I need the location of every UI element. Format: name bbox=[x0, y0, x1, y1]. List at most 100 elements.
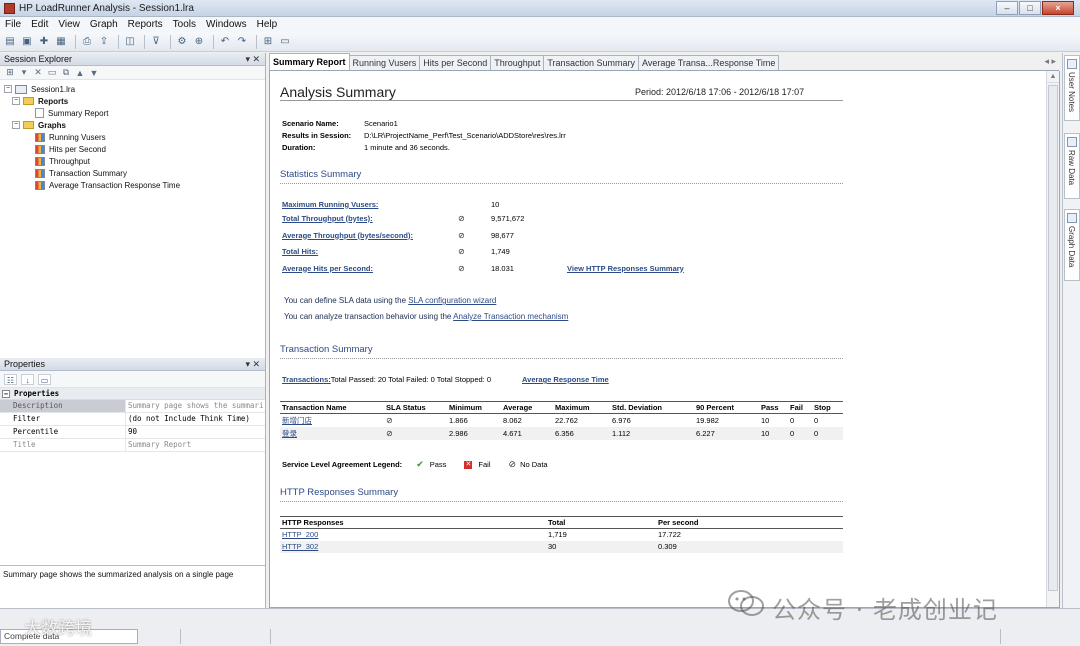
average-response-time-link[interactable]: Average Response Time bbox=[522, 375, 609, 384]
side-tab-graph-data[interactable]: Graph Data bbox=[1064, 209, 1080, 281]
tree-item-summary-report[interactable]: Summary Report bbox=[4, 107, 265, 119]
tree-item-graph[interactable]: Throughput bbox=[4, 155, 265, 167]
maximize-button[interactable]: □ bbox=[1019, 1, 1041, 15]
table-row: HTTP_200 1,719 17.722 bbox=[280, 529, 843, 541]
open-icon[interactable]: ▤ bbox=[3, 35, 17, 48]
sla-wizard-link[interactable]: SLA configuration wizard bbox=[408, 296, 496, 305]
tab-average-response-time[interactable]: Average Transa...Response Time bbox=[638, 55, 780, 70]
new-report-icon[interactable]: ✚ bbox=[37, 35, 51, 48]
tab-scroll-arrows[interactable]: ◂ ▸ bbox=[1044, 56, 1056, 67]
tab-running-vusers[interactable]: Running Vusers bbox=[348, 55, 421, 70]
table-cell: 19.982 bbox=[696, 416, 719, 425]
http-response-link[interactable]: HTTP_302 bbox=[280, 540, 546, 553]
table-cell: 8.062 bbox=[503, 416, 522, 425]
tree-item-reports-folder[interactable]: − Reports bbox=[4, 95, 265, 107]
tree-item-session[interactable]: − Session1.lra bbox=[4, 83, 265, 95]
stat-total-hits-link[interactable]: Total Hits: bbox=[282, 247, 458, 256]
scroll-thumb[interactable] bbox=[1048, 85, 1058, 591]
view-http-responses-link[interactable]: View HTTP Responses Summary bbox=[567, 264, 684, 273]
status-divider bbox=[1000, 629, 1001, 644]
copy-icon[interactable]: ⧉ bbox=[60, 67, 72, 78]
menu-tools[interactable]: Tools bbox=[168, 19, 201, 30]
tree-item-graph[interactable]: Transaction Summary bbox=[4, 167, 265, 179]
property-row[interactable]: Title Summary Report bbox=[0, 439, 265, 452]
tree-item-graphs-folder[interactable]: − Graphs bbox=[4, 119, 265, 131]
property-category-label: Properties bbox=[14, 389, 60, 398]
property-value[interactable]: (do not Include Think Time) bbox=[126, 413, 265, 425]
property-value[interactable]: Summary page shows the summari bbox=[126, 400, 265, 412]
tab-summary-report[interactable]: Summary Report bbox=[269, 53, 350, 70]
stat-max-vusers-link[interactable]: Maximum Running Vusers: bbox=[282, 200, 458, 209]
property-row[interactable]: Percentile 90 bbox=[0, 426, 265, 439]
transaction-name-link[interactable]: 登录 bbox=[280, 427, 384, 440]
property-description: Summary page shows the summarized analys… bbox=[0, 565, 265, 608]
move-down-icon[interactable]: ▼ bbox=[88, 68, 100, 78]
dropdown-icon[interactable]: ▾ bbox=[18, 67, 30, 78]
filter-icon[interactable]: ⊽ bbox=[149, 35, 163, 48]
categorized-icon[interactable]: ☷ bbox=[4, 373, 17, 385]
summary-report-pane: Analysis Summary Period: 2012/6/18 17:06… bbox=[269, 71, 1060, 608]
display-icon[interactable]: ▭ bbox=[278, 35, 292, 48]
menu-windows[interactable]: Windows bbox=[201, 19, 252, 30]
no-data-icon: ⊘ bbox=[458, 213, 465, 223]
transactions-link[interactable]: Transactions: bbox=[282, 375, 331, 384]
redo-icon[interactable]: ↷ bbox=[235, 35, 249, 48]
export-icon[interactable]: ⇪ bbox=[97, 35, 111, 48]
stat-total-throughput-link[interactable]: Total Throughput (bytes): bbox=[282, 214, 458, 223]
menu-graph[interactable]: Graph bbox=[85, 19, 123, 30]
menu-edit[interactable]: Edit bbox=[26, 19, 53, 30]
menu-view[interactable]: View bbox=[53, 19, 85, 30]
zoom-icon[interactable]: ⊕ bbox=[192, 35, 206, 48]
undo-icon[interactable]: ↶ bbox=[218, 35, 232, 48]
stat-avg-hits-link[interactable]: Average Hits per Second: bbox=[282, 264, 458, 273]
collapse-icon[interactable]: − bbox=[12, 97, 20, 105]
graph-add-icon[interactable]: ◫ bbox=[123, 35, 137, 48]
table-cell: 6.976 bbox=[612, 416, 631, 425]
tree-item-graph[interactable]: Hits per Second bbox=[4, 143, 265, 155]
session-explorer-controls[interactable]: ▾ ✕ bbox=[245, 53, 260, 66]
close-button[interactable]: × bbox=[1042, 1, 1074, 15]
save-icon[interactable]: ▣ bbox=[20, 35, 34, 48]
collapse-icon[interactable]: − bbox=[12, 121, 20, 129]
tree-item-graph[interactable]: Running Vusers bbox=[4, 131, 265, 143]
property-value[interactable]: Summary Report bbox=[126, 439, 265, 451]
save-report-icon[interactable]: ▦ bbox=[54, 35, 68, 48]
report-scrollbar[interactable]: ▲ bbox=[1046, 71, 1059, 607]
tab-transaction-summary[interactable]: Transaction Summary bbox=[543, 55, 640, 70]
tree-item-graph[interactable]: Average Transaction Response Time bbox=[4, 179, 265, 191]
menu-help[interactable]: Help bbox=[252, 19, 283, 30]
stat-avg-throughput-link[interactable]: Average Throughput (bytes/second): bbox=[282, 231, 458, 240]
menu-file[interactable]: File bbox=[0, 19, 26, 30]
property-row[interactable]: Filter (do not Include Think Time) bbox=[0, 413, 265, 426]
add-graph-icon[interactable]: ⊞ bbox=[4, 67, 16, 78]
property-row[interactable]: Description Summary page shows the summa… bbox=[0, 400, 265, 413]
property-grid: − Properties Description Summary page sh… bbox=[0, 388, 265, 452]
layout-icon[interactable]: ⊞ bbox=[261, 35, 275, 48]
scroll-up-icon[interactable]: ▲ bbox=[1047, 71, 1059, 83]
delete-icon[interactable]: ✕ bbox=[32, 67, 44, 78]
menu-reports[interactable]: Reports bbox=[123, 19, 168, 30]
http-response-link[interactable]: HTTP_200 bbox=[280, 529, 546, 541]
rename-icon[interactable]: ▭ bbox=[46, 67, 58, 78]
tab-throughput[interactable]: Throughput bbox=[490, 55, 545, 70]
transaction-name-link[interactable]: 新增门店 bbox=[280, 414, 384, 428]
report-period: Period: 2012/6/18 17:06 - 2012/6/18 17:0… bbox=[635, 87, 805, 97]
side-tab-raw-data[interactable]: Raw Data bbox=[1064, 133, 1080, 199]
tab-hits-per-second[interactable]: Hits per Second bbox=[419, 55, 492, 70]
analyze-transaction-link[interactable]: Analyze Transaction mechanism bbox=[453, 312, 568, 321]
collapse-icon[interactable]: − bbox=[4, 85, 12, 93]
property-pages-icon[interactable]: ▭ bbox=[38, 373, 51, 385]
print-icon[interactable]: ⎙ bbox=[80, 35, 94, 48]
move-up-icon[interactable]: ▲ bbox=[74, 68, 86, 78]
sort-alpha-icon[interactable]: ↓ bbox=[21, 373, 34, 385]
table-header-row: HTTP Responses Total Per second bbox=[280, 516, 843, 529]
table-row: HTTP_302 30 0.309 bbox=[280, 540, 843, 553]
property-category[interactable]: − Properties bbox=[0, 388, 265, 400]
stat-row: Total Throughput (bytes): ⊘ 9,571,672 bbox=[282, 212, 567, 224]
minimize-button[interactable]: – bbox=[996, 1, 1018, 15]
side-tab-user-notes[interactable]: User Notes bbox=[1064, 55, 1080, 121]
properties-controls[interactable]: ▾ ✕ bbox=[245, 358, 260, 371]
property-value[interactable]: 90 bbox=[126, 426, 265, 438]
settings-icon[interactable]: ⚙ bbox=[175, 35, 189, 48]
collapse-icon[interactable]: − bbox=[2, 389, 10, 398]
